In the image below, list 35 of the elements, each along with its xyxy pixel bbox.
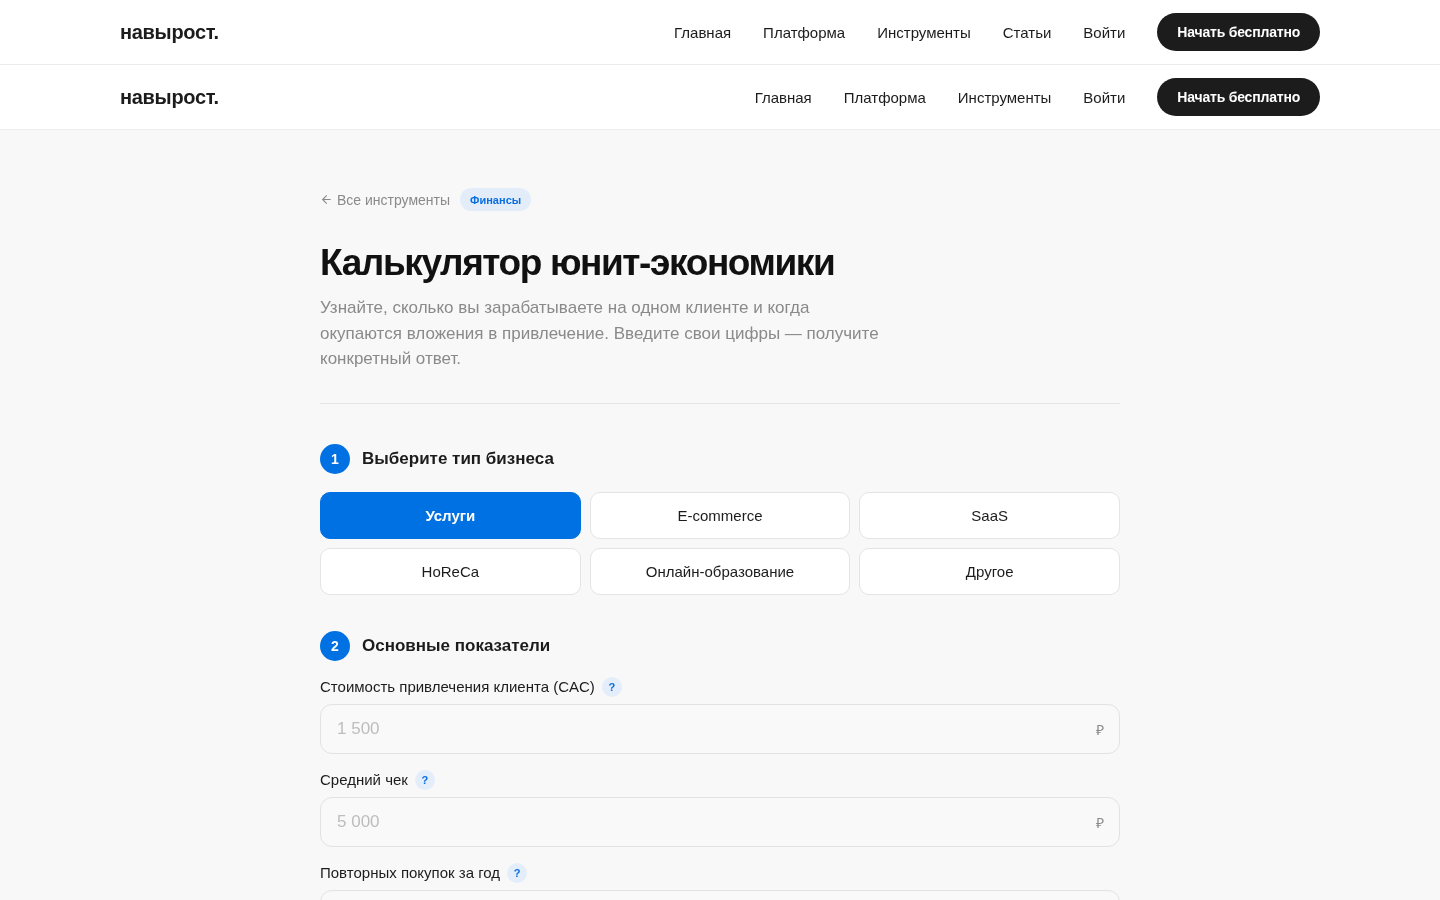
page-title: Калькулятор юнит-экономики [320,241,836,285]
help-badge[interactable]: ? [507,862,528,883]
nav-link[interactable]: Главная [754,88,812,106]
nav-link[interactable]: Инструменты [877,23,971,41]
start-free-button[interactable]: Начать бесплатно [1157,13,1320,51]
currency-sign: ₽ [1096,813,1104,832]
field-label: Стоимость привлечения клиента (CAC) [320,678,595,696]
business-type-option[interactable]: HoReCa [320,547,581,595]
page-subtitle: Узнайте, сколько вы зарабатываете на одном клиенте и когда окупаются вложения в привлечение. Введите свои цифры — получите конкретный ответ. [320,297,880,371]
logo[interactable]: навырост. [120,20,219,44]
field-label: Повторных покупок за год [320,864,501,882]
business-type-option[interactable]: E-commerce [589,491,851,539]
help-badge[interactable]: ? [414,769,435,790]
step-title: Выберите тип бизнеса [362,448,554,469]
start-free-button[interactable]: Начать бесплатно [1157,78,1320,116]
arrow-left-icon [320,193,333,206]
business-type-option[interactable]: SaaS [859,491,1120,539]
business-type-option[interactable]: Онлайн-образование [589,547,851,595]
business-type-option[interactable]: Услуги [320,491,581,539]
nav-link[interactable]: Войти [1083,88,1126,106]
step-number: 1 [320,443,350,474]
logo[interactable]: навырост. [120,85,219,109]
nav-link[interactable]: Платформа [843,88,926,106]
help-badge[interactable]: ? [601,676,622,697]
nav-link[interactable]: Статьи [1002,23,1052,41]
step-title: Основные показатели [362,635,551,656]
nav-link[interactable]: Платформа [763,23,846,41]
currency-sign: ₽ [1096,720,1104,739]
nav-link[interactable]: Войти [1083,23,1126,41]
category-tag: Финансы [460,188,532,211]
step-number: 2 [320,630,350,661]
field-label: Средний чек [320,771,408,789]
nav-link[interactable]: Инструменты [957,88,1052,106]
business-type-option[interactable]: Другое [859,547,1120,595]
nav-link[interactable]: Главная [674,23,732,41]
